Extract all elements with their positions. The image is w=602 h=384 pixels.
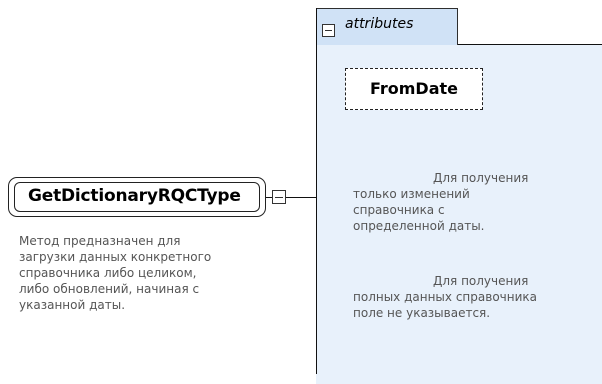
attributes-label: attributes	[345, 16, 414, 32]
attribute-documentation-2: Для получения полных данных справочника …	[353, 273, 601, 321]
attributes-panel-border	[458, 44, 602, 45]
collapse-attributes-icon[interactable]	[322, 24, 335, 37]
documentation-line: поле не указывается.	[353, 306, 491, 320]
root-type-documentation: Метод предназначен для загрузки данных к…	[19, 233, 281, 313]
documentation-line: только изменений	[353, 187, 470, 201]
documentation-line: Для получения	[433, 274, 529, 288]
documentation-line: Метод предназначен для	[19, 234, 181, 248]
collapse-root-icon[interactable]	[272, 190, 286, 204]
documentation-line: Для получения	[433, 171, 529, 185]
attributes-panel-left-border	[316, 8, 317, 374]
attribute-node-fromdate[interactable]: FromDate	[345, 68, 483, 110]
documentation-line: определенной даты.	[353, 219, 485, 233]
documentation-line: загрузки данных конкретного	[19, 250, 212, 264]
documentation-line: либо обновлений, начиная с	[19, 282, 200, 296]
connector-line	[286, 197, 316, 198]
root-type-name: GetDictionaryRQCType	[28, 186, 241, 206]
attribute-documentation-1: Для получения только изменений справочни…	[353, 170, 593, 234]
attribute-name: FromDate	[369, 79, 459, 98]
documentation-line: справочника либо целиком,	[19, 266, 197, 280]
documentation-line: справочника с	[353, 203, 445, 217]
documentation-line: полных данных справочника	[353, 290, 537, 304]
root-type-node[interactable]: GetDictionaryRQCType	[8, 177, 266, 217]
documentation-line: указанной даты.	[19, 298, 126, 312]
